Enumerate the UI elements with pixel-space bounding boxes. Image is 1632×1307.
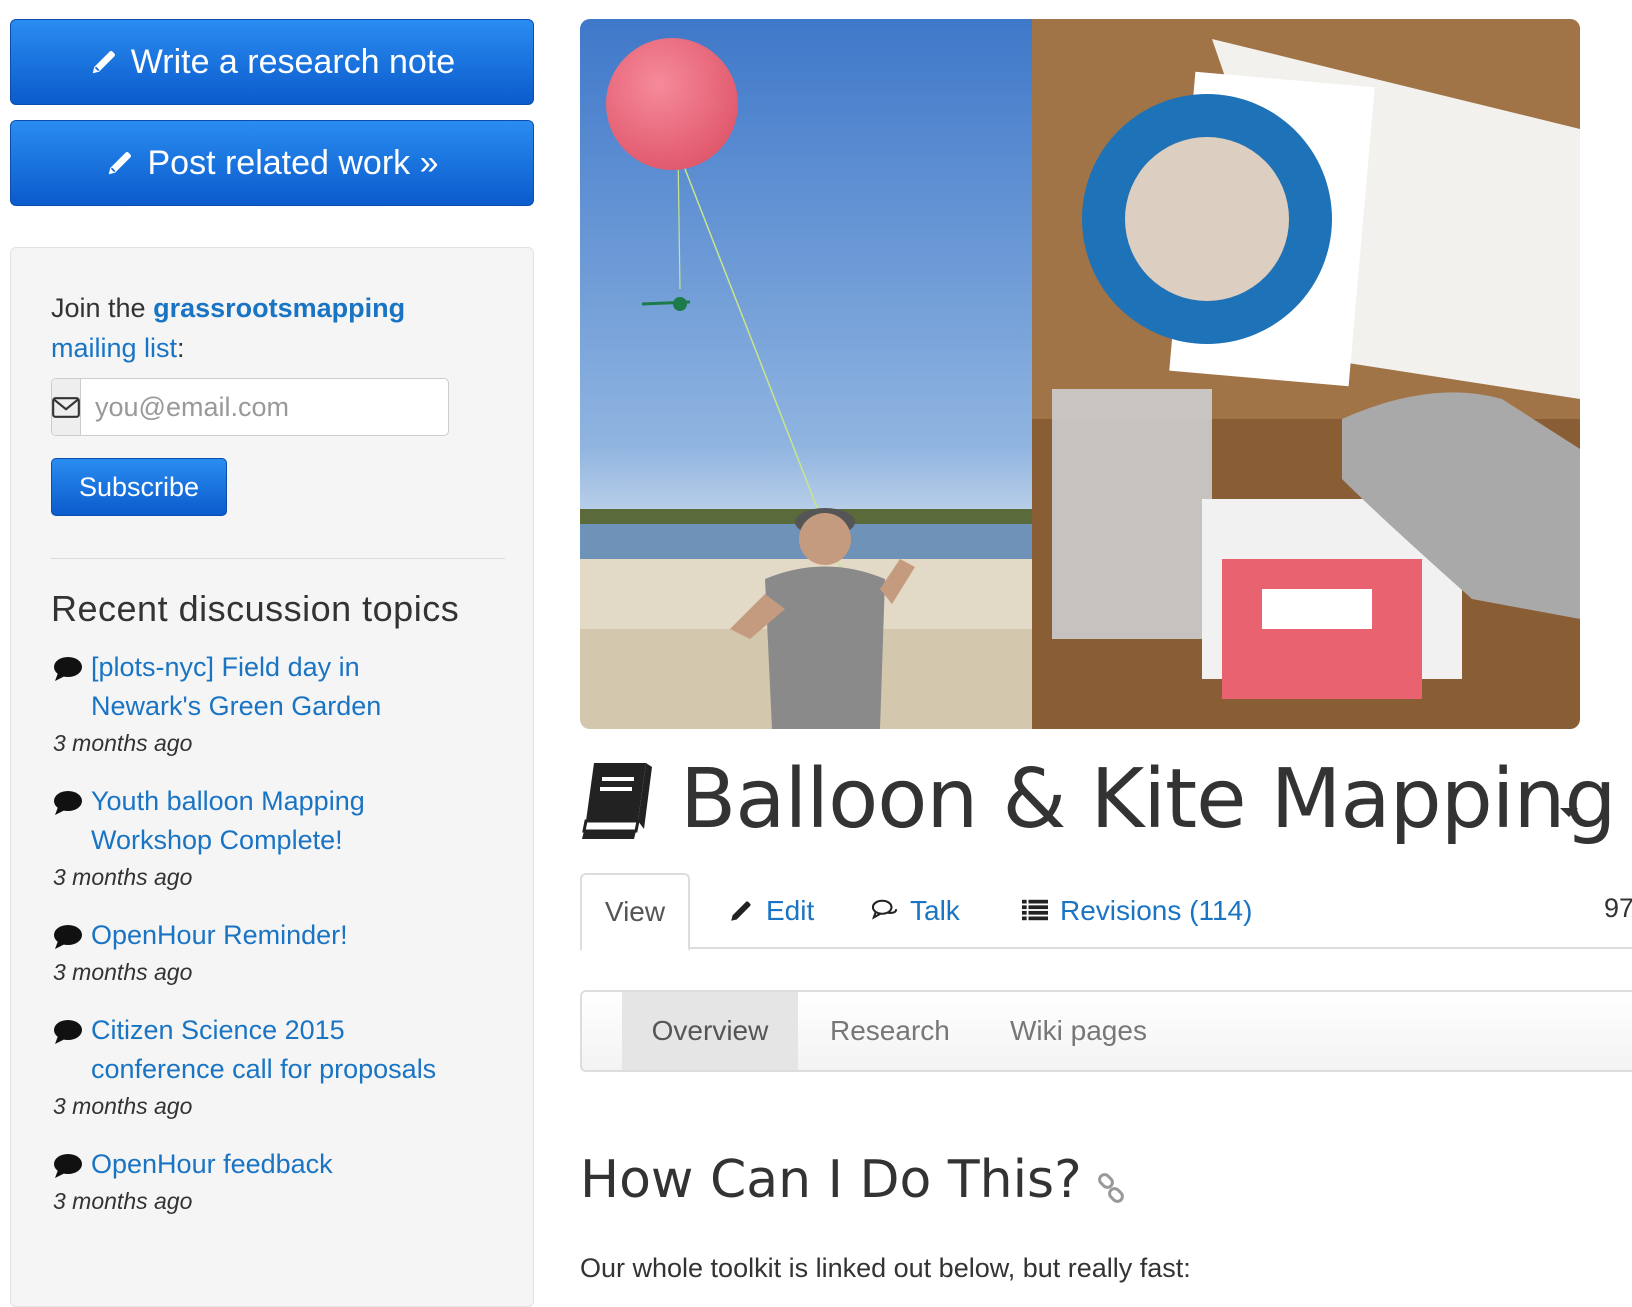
topic-time: 3 months ago bbox=[53, 1188, 193, 1214]
divider bbox=[51, 558, 505, 559]
topic-title-line: Workshop Complete! bbox=[91, 825, 343, 855]
tab-edit[interactable]: Edit bbox=[728, 873, 814, 949]
join-suffix: : bbox=[177, 333, 185, 363]
topic-time: 3 months ago bbox=[53, 730, 193, 756]
section-heading-text: How Can I Do This? bbox=[580, 1150, 1082, 1210]
subscribe-button[interactable]: Subscribe bbox=[51, 458, 227, 516]
subtab-wiki-pages[interactable]: Wiki pages bbox=[1010, 992, 1147, 1070]
topic-title-line: Newark's Green Garden bbox=[91, 691, 382, 721]
chevron-down-icon[interactable] bbox=[1560, 808, 1578, 817]
tab-view[interactable]: View bbox=[580, 873, 690, 951]
link-icon[interactable] bbox=[1096, 1173, 1126, 1203]
group-link[interactable]: grassrootsmapping bbox=[153, 293, 405, 323]
mailing-list-link[interactable]: mailing list bbox=[51, 333, 177, 363]
tab-revisions[interactable]: Revisions (114) bbox=[1022, 873, 1252, 949]
post-related-work-button[interactable]: Post related work » bbox=[10, 120, 534, 206]
envelope-icon bbox=[52, 379, 81, 435]
page-title-text: Balloon & Kite Mapping bbox=[680, 752, 1617, 847]
sidebar-well: Join the grassrootsmapping mailing list: … bbox=[10, 247, 534, 1307]
topic-title-line: OpenHour Reminder! bbox=[91, 920, 348, 950]
topic-link[interactable]: OpenHour feedback bbox=[91, 1145, 511, 1184]
book-icon bbox=[582, 762, 652, 839]
tab-revisions-label[interactable]: Revisions (114) bbox=[1060, 895, 1252, 927]
list-item: OpenHour Reminder! 3 months ago bbox=[51, 916, 511, 989]
email-input-group bbox=[51, 378, 463, 436]
sub-navigation: Overview Research Wiki pages bbox=[580, 990, 1632, 1072]
post-related-work-label: Post related work » bbox=[147, 143, 439, 182]
list-item: Youth balloon Mapping Workshop Complete! … bbox=[51, 782, 511, 894]
comment-icon bbox=[54, 1154, 82, 1178]
topic-title-line: [plots-nyc] Field day in bbox=[91, 652, 360, 682]
topic-link[interactable]: OpenHour Reminder! bbox=[91, 916, 511, 955]
comment-icon bbox=[54, 657, 82, 681]
page-tabs: View Edit Talk Revisions (114) bbox=[580, 873, 1632, 951]
list-item: OpenHour feedback 3 months ago bbox=[51, 1145, 511, 1218]
topic-link[interactable]: Youth balloon Mapping Workshop Complete! bbox=[91, 782, 511, 860]
email-field[interactable] bbox=[81, 379, 463, 435]
join-prefix: Join the bbox=[51, 293, 154, 323]
topic-time: 3 months ago bbox=[53, 1093, 193, 1119]
list-item: Citizen Science 2015 conference call for … bbox=[51, 1011, 511, 1123]
intro-text: Our whole toolkit is linked out below, b… bbox=[580, 1253, 1191, 1283]
topic-time: 3 months ago bbox=[53, 864, 193, 890]
topic-title-line: conference call for proposals bbox=[91, 1054, 437, 1084]
pencil-icon bbox=[89, 47, 119, 77]
subtab-research[interactable]: Research bbox=[830, 992, 950, 1070]
view-count: 97 bbox=[1604, 893, 1632, 923]
comment-icon bbox=[54, 791, 82, 815]
list-item: [plots-nyc] Field day in Newark's Green G… bbox=[51, 648, 511, 760]
recent-topics-list: [plots-nyc] Field day in Newark's Green G… bbox=[51, 648, 511, 1240]
subtab-overview[interactable]: Overview bbox=[622, 992, 798, 1070]
topic-title-line: Citizen Science 2015 bbox=[91, 1015, 345, 1045]
topic-link[interactable]: [plots-nyc] Field day in Newark's Green G… bbox=[91, 648, 511, 726]
write-research-note-button[interactable]: Write a research note bbox=[10, 19, 534, 105]
section-heading: How Can I Do This? bbox=[580, 1150, 1126, 1210]
comment-icon bbox=[54, 1020, 82, 1044]
tab-edit-label[interactable]: Edit bbox=[766, 895, 814, 927]
comment-icon bbox=[54, 925, 82, 949]
comments-icon bbox=[872, 898, 898, 924]
mailing-list-prompt: Join the grassrootsmapping mailing list: bbox=[51, 288, 451, 368]
topic-time: 3 months ago bbox=[53, 959, 193, 985]
pencil-icon bbox=[105, 148, 135, 178]
tab-talk-label[interactable]: Talk bbox=[910, 895, 960, 927]
pencil-icon bbox=[728, 898, 754, 924]
page-title: Balloon & Kite Mapping bbox=[580, 752, 1617, 847]
list-icon bbox=[1022, 898, 1048, 924]
recent-topics-heading: Recent discussion topics bbox=[51, 588, 460, 629]
balloon-photo bbox=[580, 19, 1032, 729]
hero-image bbox=[580, 19, 1580, 729]
tab-talk[interactable]: Talk bbox=[872, 873, 960, 949]
kit-photo bbox=[1032, 19, 1580, 729]
topic-title-line: OpenHour feedback bbox=[91, 1149, 333, 1179]
write-research-note-label: Write a research note bbox=[130, 42, 456, 81]
topic-title-line: Youth balloon Mapping bbox=[91, 786, 365, 816]
topic-link[interactable]: Citizen Science 2015 conference call for … bbox=[91, 1011, 511, 1089]
